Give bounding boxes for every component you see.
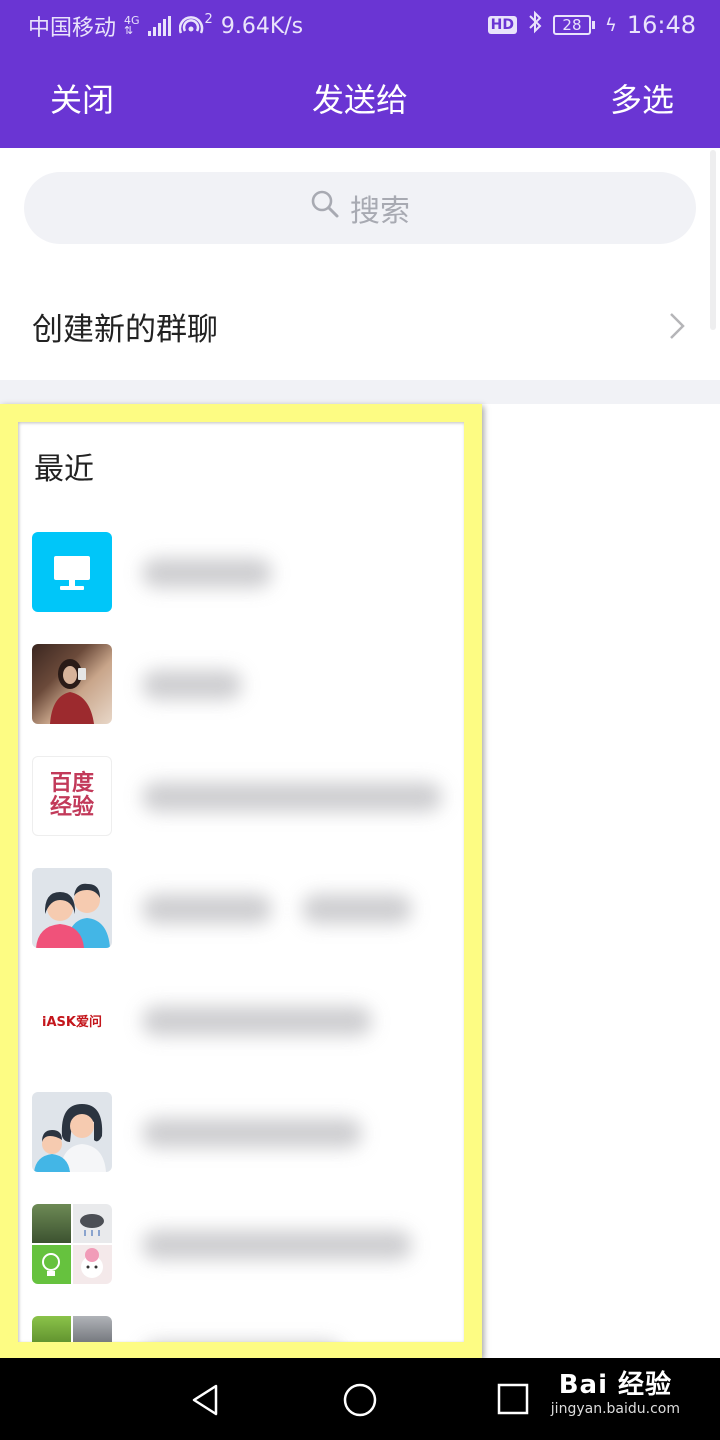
contact-item[interactable] — [32, 532, 452, 612]
search-input[interactable]: 搜索 — [24, 172, 696, 244]
group-collage-avatar — [32, 1316, 112, 1342]
contact-name-blurred — [142, 1230, 412, 1260]
contact-item[interactable] — [32, 868, 452, 948]
contact-name-blurred — [142, 670, 242, 700]
carrier-label: 中国移动 — [28, 16, 117, 41]
contact-item[interactable] — [32, 1092, 452, 1172]
group-collage-avatar — [32, 1204, 112, 1284]
status-bar: 中国移动 4G ⇅ 2 9.64K/s HD 28 ϟ 16:48 — [0, 0, 720, 50]
close-button[interactable]: 关闭 — [50, 75, 114, 121]
couple-avatar — [32, 868, 112, 948]
signal-icon — [147, 16, 171, 36]
section-divider — [0, 380, 720, 404]
page-title: 发送给 — [311, 81, 408, 119]
charging-icon: ϟ — [604, 14, 617, 36]
multi-select-button[interactable]: 多选 — [610, 75, 674, 121]
contact-name-blurred — [142, 1006, 372, 1036]
baidu-jingyan-watermark: Bai 经验 jingyan.baidu.com — [550, 1370, 680, 1417]
contact-item[interactable] — [32, 644, 452, 724]
system-navigation-bar: Bai 经验 jingyan.baidu.com — [0, 1358, 720, 1440]
hd-icon: HD — [487, 16, 517, 34]
photo-avatar — [32, 644, 112, 724]
home-icon[interactable] — [340, 1380, 380, 1420]
back-icon[interactable] — [186, 1380, 226, 1420]
contact-name-blurred — [142, 894, 272, 924]
contact-item[interactable]: 百度经验 — [32, 756, 452, 836]
contact-name-blurred — [142, 1118, 362, 1148]
battery-icon: 28 — [552, 15, 595, 35]
recent-apps-icon[interactable] — [494, 1380, 534, 1420]
iask-logo: iASK爱问 — [32, 980, 112, 1060]
monitor-icon — [32, 532, 112, 612]
contact-name-blurred — [302, 894, 412, 924]
recent-list: 最近 百度经验 iASK爱问 — [18, 422, 464, 1342]
contact-name-blurred — [142, 558, 272, 588]
search-icon — [310, 189, 340, 227]
recent-section-title: 最近 — [34, 452, 94, 487]
contact-item[interactable] — [32, 1204, 452, 1284]
search-placeholder: 搜索 — [350, 194, 410, 229]
contact-item[interactable] — [32, 1316, 452, 1342]
contact-item[interactable]: iASK爱问 — [32, 980, 452, 1060]
network-type-icon: 4G ⇅ — [124, 14, 140, 37]
top-bar: 中国移动 4G ⇅ 2 9.64K/s HD 28 ϟ 16:48 关闭 发送给… — [0, 0, 720, 148]
bluetooth-icon — [527, 10, 543, 40]
create-group-chat-row[interactable]: 创建新的群聊 — [0, 278, 720, 374]
baidu-jingyan-logo: 百度经验 — [32, 756, 112, 836]
hotspot-icon: 2 — [178, 13, 213, 37]
clock: 16:48 — [626, 11, 696, 39]
chevron-right-icon — [670, 313, 685, 339]
contact-name-blurred — [142, 782, 442, 812]
network-speed: 9.64K/s — [220, 13, 304, 39]
create-group-chat-label: 创建新的群聊 — [32, 311, 218, 348]
mother-child-avatar — [32, 1092, 112, 1172]
